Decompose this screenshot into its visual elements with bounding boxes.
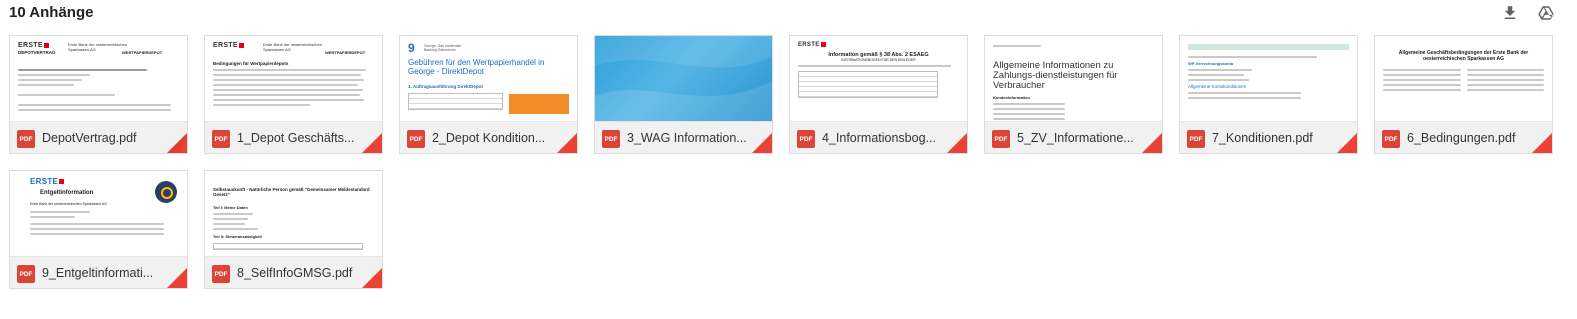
attachment-footer: PDF 9_Entgeltinformati...	[10, 256, 187, 288]
attachment-preview[interactable]: ERSTE Erste Bank der oesterreichischen S…	[205, 36, 382, 121]
download-icon[interactable]	[1501, 4, 1519, 22]
attachment-filename: 3_WAG Information...	[627, 131, 747, 145]
attachment-card[interactable]: Allgemeine Geschäftsbedingungen der Erst…	[1374, 35, 1553, 154]
attachment-preview[interactable]: Allgemeine Informationen zu Zahlungs-die…	[985, 36, 1162, 121]
doc-heading: Bedingungen für Wertpapierdepots	[213, 61, 289, 66]
attachment-filename: 2_Depot Kondition...	[432, 131, 546, 145]
attachment-preview[interactable]: Allgemeine Geschäftsbedingungen der Erst…	[1375, 36, 1552, 121]
doc-subheading: INFORMATIONSBOGEN FÜR DEN EINLEGER	[841, 58, 916, 63]
attachment-footer: PDF 7_Konditionen.pdf	[1180, 121, 1357, 153]
attachment-preview[interactable]: ERSTE DEPOTVERTRAG Erste Bank der oester…	[10, 36, 187, 121]
attachment-card[interactable]: ERSTE Entgeltinformation Erste Bank der …	[9, 170, 188, 289]
fold-corner-icon	[167, 133, 187, 153]
attachment-preview[interactable]	[595, 36, 772, 121]
attachment-footer: PDF 6_Bedingungen.pdf	[1375, 121, 1552, 153]
attachment-preview[interactable]: 9 George. Das modernste Banking Österrei…	[400, 36, 577, 121]
attachment-card[interactable]: Allgemeine Informationen zu Zahlungs-die…	[984, 35, 1163, 154]
doc-heading: Allgemeine Geschäftsbedingungen der Erst…	[1398, 50, 1529, 62]
doc-section: Kundeninformation	[993, 94, 1030, 100]
doc-org: Erste Bank der oesterreichischen Sparkas…	[263, 42, 322, 52]
doc-heading: Selbstauskunft - Natürliche Person gemäß…	[213, 187, 370, 197]
attachment-card[interactable]: Selbstauskunft - Natürliche Person gemäß…	[204, 170, 383, 289]
fold-corner-icon	[752, 133, 772, 153]
attachment-preview[interactable]: WP-Verrechnungskonto Allgemeine Kontokon…	[1180, 36, 1357, 121]
fold-corner-icon	[557, 133, 577, 153]
attachment-filename: 5_ZV_Informatione...	[1017, 131, 1134, 145]
attachment-footer: PDF 4_Informationsbog...	[790, 121, 967, 153]
doc-kind: WERTPAPIERDEPOT	[122, 50, 163, 55]
attachment-filename: DepotVertrag.pdf	[42, 131, 137, 145]
attachment-filename: 9_Entgeltinformati...	[42, 266, 154, 280]
doc-section: WP-Verrechnungskonto	[1188, 61, 1234, 66]
pdf-icon: PDF	[407, 130, 425, 148]
attachment-filename: 4_Informationsbog...	[822, 131, 936, 145]
search-badge-icon	[155, 181, 177, 203]
doc-heading: Allgemeine Informationen zu Zahlungs-die…	[993, 59, 1118, 91]
attachment-filename: 6_Bedingungen.pdf	[1407, 131, 1516, 145]
pdf-icon: PDF	[1187, 130, 1205, 148]
pdf-icon: PDF	[602, 130, 620, 148]
attachment-card[interactable]: ERSTE Erste Bank der oesterreichischen S…	[204, 35, 383, 154]
attachment-card[interactable]: ERSTE Information gemäß § 38 Abs. 2 ESAE…	[789, 35, 968, 154]
erste-logo: ERSTE	[798, 42, 959, 48]
doc-kind: WERTPAPIERDEPOT	[325, 50, 366, 55]
attachment-preview[interactable]: ERSTE Entgeltinformation Erste Bank der …	[10, 171, 187, 256]
fold-corner-icon	[1337, 133, 1357, 153]
fold-corner-icon	[947, 133, 967, 153]
google-drive-icon[interactable]	[1537, 4, 1555, 22]
attachment-footer: PDF DepotVertrag.pdf	[10, 121, 187, 153]
attachment-footer: PDF 2_Depot Kondition...	[400, 121, 577, 153]
highlight-box	[509, 94, 569, 114]
fold-corner-icon	[362, 268, 382, 288]
doc-subheading: Allgemeine Kontokonditionen	[1188, 84, 1247, 89]
pdf-icon: PDF	[797, 130, 815, 148]
attachments-header: 10 Anhänge	[0, 0, 1577, 30]
attachment-card[interactable]: 9 George. Das modernste Banking Österrei…	[399, 35, 578, 154]
fold-corner-icon	[362, 133, 382, 153]
doc-heading: Gebühren für den Wertpapierhandel in Geo…	[408, 58, 545, 76]
pdf-icon: PDF	[212, 130, 230, 148]
attachments-count-title: 10 Anhänge	[9, 4, 94, 21]
pdf-icon: PDF	[17, 130, 35, 148]
pdf-icon: PDF	[212, 265, 230, 283]
attachment-preview[interactable]: ERSTE Information gemäß § 38 Abs. 2 ESAE…	[790, 36, 967, 121]
attachment-footer: PDF 3_WAG Information...	[595, 121, 772, 153]
doc-section: 1. Auftragsausführung DirektDepot	[408, 84, 483, 89]
attachment-preview[interactable]: Selbstauskunft - Natürliche Person gemäß…	[205, 171, 382, 256]
attachment-filename: 8_SelfInfoGMSG.pdf	[237, 266, 353, 280]
fold-corner-icon	[167, 268, 187, 288]
doc-section: Teil I: Meine Daten	[213, 205, 248, 210]
pdf-icon: PDF	[17, 265, 35, 283]
attachment-card[interactable]: PDF 3_WAG Information...	[594, 35, 773, 154]
fold-corner-icon	[1532, 133, 1552, 153]
doc-logo-sub: George. Das modernste Banking Österreich…	[424, 44, 462, 52]
fold-corner-icon	[1142, 133, 1162, 153]
doc-org: Erste Bank der oesterreichischen Sparkas…	[30, 202, 107, 206]
pdf-icon: PDF	[992, 130, 1010, 148]
attachment-filename: 1_Depot Geschäfts...	[237, 131, 355, 145]
attachment-footer: PDF 8_SelfInfoGMSG.pdf	[205, 256, 382, 288]
attachment-footer: PDF 5_ZV_Informatione...	[985, 121, 1162, 153]
doc-section: Teil II: Steueransässigkeit	[213, 234, 262, 239]
attachment-card[interactable]: ERSTE DEPOTVERTRAG Erste Bank der oester…	[9, 35, 188, 154]
attachment-card[interactable]: WP-Verrechnungskonto Allgemeine Kontokon…	[1179, 35, 1358, 154]
attachment-filename: 7_Konditionen.pdf	[1212, 131, 1313, 145]
attachment-footer: PDF 1_Depot Geschäfts...	[205, 121, 382, 153]
pdf-icon: PDF	[1382, 130, 1400, 148]
